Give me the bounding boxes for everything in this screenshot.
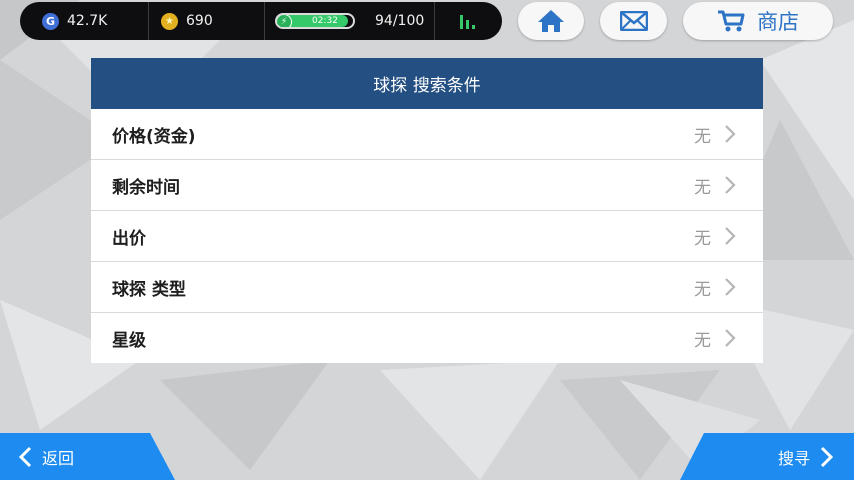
energy-meter[interactable]: ⚡ 02:32 94/100 bbox=[264, 2, 434, 40]
search-button[interactable]: 搜寻 bbox=[680, 433, 854, 480]
coin-value: 690 bbox=[186, 13, 213, 29]
panel-title: 球探 搜索条件 bbox=[91, 58, 763, 109]
chevron-right-icon bbox=[725, 329, 736, 347]
search-criteria-panel: 球探 搜索条件 价格(资金) 无 剩余时间 无 出价 无 球探 类型 无 星级 … bbox=[91, 58, 763, 363]
criteria-row-star-level[interactable]: 星级 无 bbox=[91, 313, 763, 363]
back-button[interactable]: 返回 bbox=[0, 433, 175, 480]
search-label: 搜寻 bbox=[777, 448, 810, 468]
shop-label: 商店 bbox=[757, 10, 799, 34]
criteria-value: 无 bbox=[694, 228, 711, 249]
criteria-label: 价格(资金) bbox=[112, 126, 196, 147]
g-currency-icon: G bbox=[42, 12, 59, 30]
chevron-right-icon bbox=[725, 278, 736, 296]
criteria-value: 无 bbox=[694, 177, 711, 198]
coin-balance[interactable]: ★ 690 bbox=[148, 2, 264, 40]
g-currency-value: 42.7K bbox=[67, 13, 108, 29]
criteria-row-bid[interactable]: 出价 无 bbox=[91, 211, 763, 262]
stats-icon bbox=[460, 13, 475, 29]
cart-icon bbox=[718, 10, 745, 32]
criteria-value: 无 bbox=[694, 126, 711, 147]
chevron-right-icon bbox=[820, 446, 834, 467]
chevron-right-icon bbox=[725, 176, 736, 194]
chevron-left-icon bbox=[18, 446, 32, 467]
criteria-row-time-remaining[interactable]: 剩余时间 无 bbox=[91, 160, 763, 211]
energy-timer: 02:32 bbox=[312, 16, 338, 26]
chevron-right-icon bbox=[725, 227, 736, 245]
criteria-label: 出价 bbox=[112, 228, 146, 249]
status-bar: G 42.7K ★ 690 ⚡ 02:32 94/100 bbox=[20, 2, 502, 40]
criteria-label: 星级 bbox=[112, 330, 146, 351]
criteria-row-scout-type[interactable]: 球探 类型 无 bbox=[91, 262, 763, 313]
criteria-value: 无 bbox=[694, 330, 711, 351]
criteria-label: 剩余时间 bbox=[112, 177, 180, 198]
energy-bar: ⚡ 02:32 bbox=[275, 13, 355, 29]
criteria-label: 球探 类型 bbox=[112, 279, 186, 300]
mail-button[interactable] bbox=[600, 2, 667, 40]
home-button[interactable] bbox=[518, 2, 584, 40]
lightning-icon: ⚡ bbox=[277, 15, 292, 27]
mail-icon bbox=[619, 11, 648, 31]
g-currency[interactable]: G 42.7K bbox=[20, 2, 148, 40]
home-icon bbox=[538, 10, 564, 32]
back-label: 返回 bbox=[42, 448, 75, 468]
energy-value: 94/100 bbox=[375, 13, 425, 29]
stats-button[interactable] bbox=[434, 2, 500, 40]
shop-button[interactable]: 商店 bbox=[683, 2, 833, 40]
chevron-right-icon bbox=[725, 125, 736, 143]
criteria-row-price[interactable]: 价格(资金) 无 bbox=[91, 109, 763, 160]
coin-icon: ★ bbox=[161, 12, 178, 30]
criteria-value: 无 bbox=[694, 279, 711, 300]
